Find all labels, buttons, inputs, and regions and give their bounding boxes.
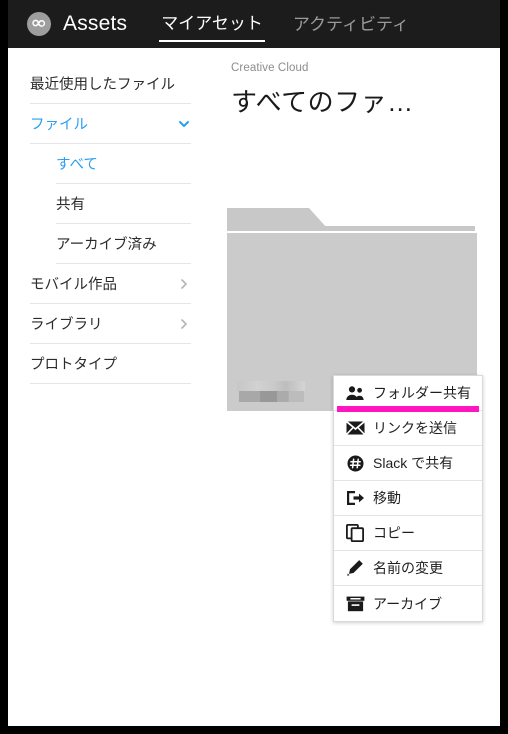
tab-bar: マイアセット アクティビティ — [159, 7, 437, 42]
selection-highlight-bar — [337, 406, 479, 412]
sidebar-item-label: 共有 — [56, 197, 85, 213]
chevron-down-icon — [177, 117, 191, 131]
chevron-right-icon — [177, 277, 191, 291]
people-share-icon — [345, 383, 365, 403]
menu-item-send-link[interactable]: リンクを送信 — [334, 411, 482, 446]
sidebar-item-mobile-creations[interactable]: モバイル作品 — [30, 264, 191, 304]
menu-item-move[interactable]: 移動 — [334, 481, 482, 516]
sidebar-item-shared[interactable]: 共有 — [56, 184, 191, 224]
sidebar-item-recent[interactable]: 最近使用したファイル — [30, 64, 191, 104]
context-menu: フォルダー共有 リンクを送信 Slack で共有 移動 コピー 名前の変更 アー… — [333, 375, 483, 622]
sidebar-item-libraries[interactable]: ライブラリ — [30, 304, 191, 344]
sidebar-item-archived[interactable]: アーカイブ済み — [56, 224, 191, 264]
envelope-icon — [345, 418, 365, 438]
page-title: すべてのファ… — [231, 87, 414, 117]
sidebar-item-label: 最近使用したファイル — [30, 77, 175, 93]
sidebar-item-label: アーカイブ済み — [56, 237, 157, 253]
brand[interactable]: Assets — [26, 11, 127, 37]
creative-cloud-logo-icon — [26, 11, 52, 37]
menu-item-label: アーカイブ — [373, 595, 443, 612]
tab-my-assets[interactable]: マイアセット — [159, 7, 265, 42]
top-bar: Assets マイアセット アクティビティ — [8, 0, 500, 48]
pencil-icon — [345, 558, 365, 578]
copy-icon — [345, 523, 365, 543]
menu-item-share-slack[interactable]: Slack で共有 — [334, 446, 482, 481]
sidebar-item-all[interactable]: すべて — [56, 144, 191, 184]
menu-item-label: コピー — [373, 525, 415, 541]
sidebar-item-label: ファイル — [30, 117, 88, 133]
sidebar-item-label: プロトタイプ — [30, 357, 117, 373]
sidebar: 最近使用したファイル ファイル すべて 共有 アーカイブ済み モバイル作品 ライ… — [8, 48, 213, 726]
breadcrumb[interactable]: Creative Cloud — [231, 62, 500, 74]
folder-name-redacted — [237, 381, 307, 403]
tab-activity[interactable]: アクティビティ — [291, 8, 411, 41]
menu-item-label: 移動 — [373, 490, 401, 506]
menu-item-copy[interactable]: コピー — [334, 516, 482, 551]
app-window: Assets マイアセット アクティビティ 最近使用したファイル ファイル すべ… — [8, 0, 500, 726]
menu-item-share-folder[interactable]: フォルダー共有 — [334, 376, 482, 412]
sidebar-item-label: モバイル作品 — [30, 277, 117, 293]
menu-item-label: フォルダー共有 — [373, 385, 471, 401]
brand-name: Assets — [63, 12, 128, 35]
menu-item-rename[interactable]: 名前の変更 — [334, 551, 482, 586]
folder-tab-shape — [227, 208, 327, 228]
menu-item-label: 名前の変更 — [373, 560, 443, 576]
sidebar-item-label: すべて — [56, 157, 98, 173]
menu-item-label: Slack で共有 — [373, 455, 454, 471]
folder-lip-shape — [227, 226, 475, 231]
slack-icon — [345, 453, 365, 473]
sidebar-item-files[interactable]: ファイル — [30, 104, 191, 144]
menu-item-label: リンクを送信 — [373, 420, 457, 436]
sidebar-item-prototypes[interactable]: プロトタイプ — [30, 344, 191, 384]
chevron-right-icon — [177, 317, 191, 331]
menu-item-archive[interactable]: アーカイブ — [334, 586, 482, 621]
move-out-icon — [345, 488, 365, 508]
archive-box-icon — [345, 594, 365, 614]
sidebar-item-label: ライブラリ — [30, 317, 103, 333]
